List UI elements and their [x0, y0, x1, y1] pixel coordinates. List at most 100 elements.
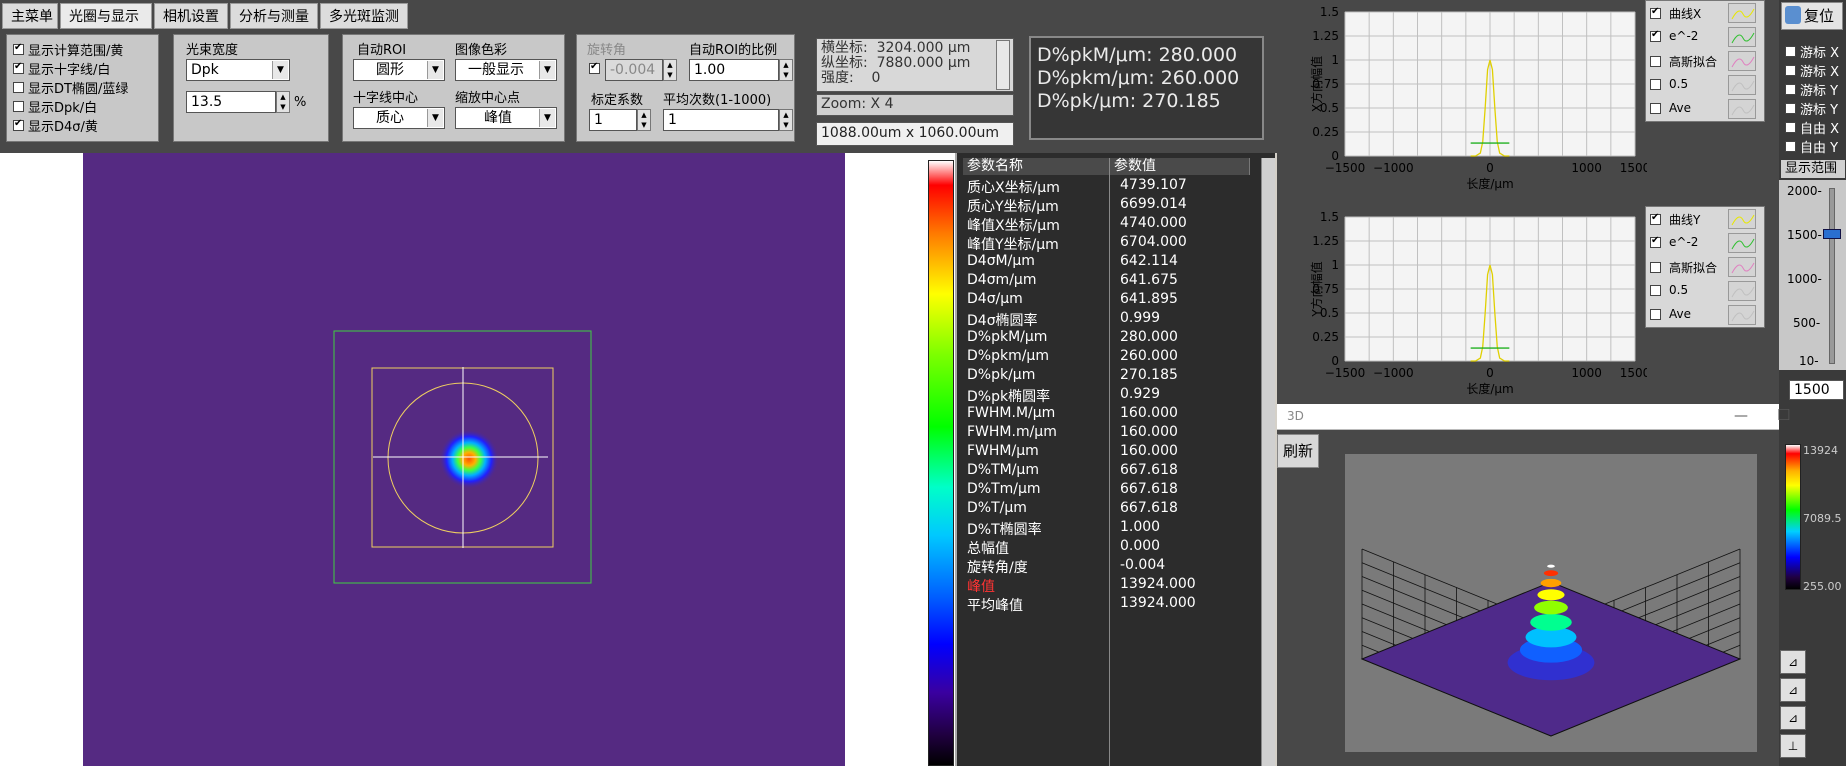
range-slider-panel: 2000- 1500- 1000- 500- 10-: [1779, 180, 1846, 370]
dpk-results-display: D%pkM/μm: 280.000 D%pkm/μm: 260.000 D%pk…: [1029, 36, 1264, 140]
legend-swatch[interactable]: [1728, 257, 1756, 277]
minimize-icon[interactable]: —: [1734, 408, 1748, 424]
auto-roi-select[interactable]: 圆形 ▼: [353, 59, 445, 81]
checkbox-mark: [1785, 46, 1796, 57]
cursor-checkbox[interactable]: 游标 X: [1785, 61, 1839, 80]
tab-aperture-display[interactable]: 光圈与显示: [60, 3, 152, 29]
reset-button[interactable]: 复位: [1781, 2, 1843, 30]
param-value: 6699.014: [1120, 196, 1187, 212]
legend-item[interactable]: e^-2: [1650, 29, 1698, 43]
image-color-select[interactable]: 一般显示 ▼: [455, 59, 557, 81]
average-count-input[interactable]: 1: [663, 109, 779, 131]
checkbox-mark: [1650, 78, 1661, 90]
show-d4sigma-checkbox[interactable]: 显示D4σ/黄: [13, 116, 98, 135]
legend-label: 0.5: [1669, 283, 1689, 297]
crosshair-center-select[interactable]: 质心 ▼: [353, 107, 445, 129]
y-tick-label: 1: [1331, 53, 1339, 67]
window-title-bar: 3D — ☐: [1277, 404, 1790, 430]
cursor-checkbox[interactable]: 游标 X: [1785, 42, 1839, 61]
rotation-input[interactable]: -0.004: [605, 59, 663, 81]
legend-swatch[interactable]: [1728, 99, 1756, 119]
param-name: D4σ/μm: [967, 291, 1023, 307]
spin-buttons[interactable]: ▲ ▼: [637, 109, 651, 131]
beam-image[interactable]: [83, 153, 845, 766]
table-scrollbar[interactable]: [1261, 158, 1275, 766]
readout-scrollbar[interactable]: [996, 40, 1010, 90]
cursor-checkbox[interactable]: 自由 Y: [1785, 137, 1838, 156]
param-name: D%T椭圆率: [967, 522, 1042, 538]
cursor-checkbox[interactable]: 游标 Y: [1785, 99, 1838, 118]
cursor-checkbox[interactable]: 游标 Y: [1785, 80, 1838, 99]
x-profile-chart[interactable]: 1.51.2510.750.50.250−1500 −1000 0 1000 1500长…: [1277, 0, 1647, 200]
legend-item[interactable]: e^-2: [1650, 235, 1698, 249]
param-name: 总幅值: [967, 541, 1009, 557]
cursor-checkbox[interactable]: 自由 X: [1785, 118, 1839, 137]
legend-item[interactable]: Ave: [1650, 307, 1691, 321]
axis-xz-icon[interactable]: ⊿: [1780, 678, 1806, 702]
3d-surface-svg: [1360, 548, 1742, 737]
legend-item[interactable]: 高斯拟合: [1650, 53, 1717, 70]
show-dpk-checkbox[interactable]: 显示Dpk/白: [13, 97, 97, 116]
3d-surface-plot[interactable]: [1345, 454, 1757, 752]
zoom-center-select[interactable]: 峰值 ▼: [455, 107, 557, 129]
calibration-input[interactable]: 1: [589, 109, 637, 131]
refresh-button[interactable]: 刷新: [1277, 434, 1319, 468]
axis-xy-icon[interactable]: ⊿: [1780, 650, 1806, 674]
beam-width-label: 光束宽度: [186, 43, 239, 58]
param-name: D%pkm/μm: [967, 348, 1049, 364]
legend-swatch[interactable]: [1728, 51, 1756, 71]
show-dt-ellipse-checkbox[interactable]: 显示DT椭圆/蓝绿: [13, 78, 128, 97]
legend-swatch[interactable]: [1728, 233, 1756, 253]
axis-3d-icon[interactable]: ⊥: [1780, 734, 1806, 758]
roi-ratio-label: 自动ROI的比例: [689, 43, 778, 58]
tab-multi-spot[interactable]: 多光斑监测: [320, 3, 408, 29]
tab-main-menu[interactable]: 主菜单: [2, 3, 58, 29]
range-value-input[interactable]: 1500: [1789, 380, 1844, 400]
legend-swatch[interactable]: [1728, 209, 1756, 229]
legend-item[interactable]: 曲线X: [1650, 5, 1701, 22]
refresh-icon: [1785, 6, 1801, 24]
legend-swatch[interactable]: [1728, 27, 1756, 47]
tab-analysis[interactable]: 分析与测量: [230, 3, 318, 29]
legend-item[interactable]: 高斯拟合: [1650, 259, 1717, 276]
tab-camera-settings[interactable]: 相机设置: [154, 3, 228, 29]
column-header-value: 参数值: [1110, 158, 1250, 175]
scale-tick: 10-: [1799, 354, 1819, 368]
spin-buttons[interactable]: ▲ ▼: [779, 109, 793, 131]
spin-buttons[interactable]: ▲ ▼: [663, 59, 677, 81]
show-crosshair-checkbox[interactable]: 显示十字线/白: [13, 59, 110, 78]
show-calc-range-checkbox[interactable]: 显示计算范围/黄: [13, 40, 123, 59]
roi-ratio-input[interactable]: 1.00: [689, 59, 779, 81]
table-row: D%T椭圆率 1.000: [967, 519, 1267, 538]
beam-width-mode-select[interactable]: Dpk ▼: [186, 59, 290, 81]
legend-swatch[interactable]: [1728, 305, 1756, 325]
checkbox-mark: [1650, 29, 1661, 42]
spin-buttons[interactable]: ▲ ▼: [779, 59, 793, 81]
y-profile-chart[interactable]: 1.51.2510.750.50.250−1500 −1000 0 1000 1500长…: [1277, 205, 1647, 405]
axis-yz-icon[interactable]: ⊿: [1780, 706, 1806, 730]
legend-item[interactable]: 0.5: [1650, 77, 1688, 91]
legend-item[interactable]: 0.5: [1650, 283, 1688, 297]
table-row: D%Tm/μm 667.618: [967, 481, 1267, 500]
range-slider-track[interactable]: [1829, 188, 1835, 364]
legend-swatch[interactable]: [1728, 281, 1756, 301]
y-tick-label: 1: [1331, 258, 1339, 272]
param-value: 13924.000: [1120, 595, 1196, 611]
range-slider-thumb[interactable]: [1823, 229, 1841, 239]
beam-overlay: [333, 330, 592, 584]
legend-swatch[interactable]: [1728, 3, 1756, 23]
rotation-checkbox[interactable]: [589, 61, 604, 74]
legend-item[interactable]: Ave: [1650, 101, 1691, 115]
legend-swatch[interactable]: [1728, 75, 1756, 95]
checkbox-mark: [1650, 56, 1661, 67]
table-row: D4σ/μm 641.895: [967, 291, 1267, 310]
spin-buttons[interactable]: ▲ ▼: [276, 91, 290, 113]
legend-item[interactable]: 曲线Y: [1650, 211, 1700, 228]
maximize-icon[interactable]: ☐: [1777, 406, 1790, 424]
zoom-center-label: 缩放中心点: [455, 91, 521, 106]
legend-label: 曲线Y: [1669, 213, 1701, 227]
param-value: 667.618: [1120, 500, 1178, 516]
beam-width-value-input[interactable]: 13.5: [186, 91, 276, 113]
param-name: D4σm/μm: [967, 272, 1037, 288]
reset-label: 复位: [1804, 7, 1835, 25]
